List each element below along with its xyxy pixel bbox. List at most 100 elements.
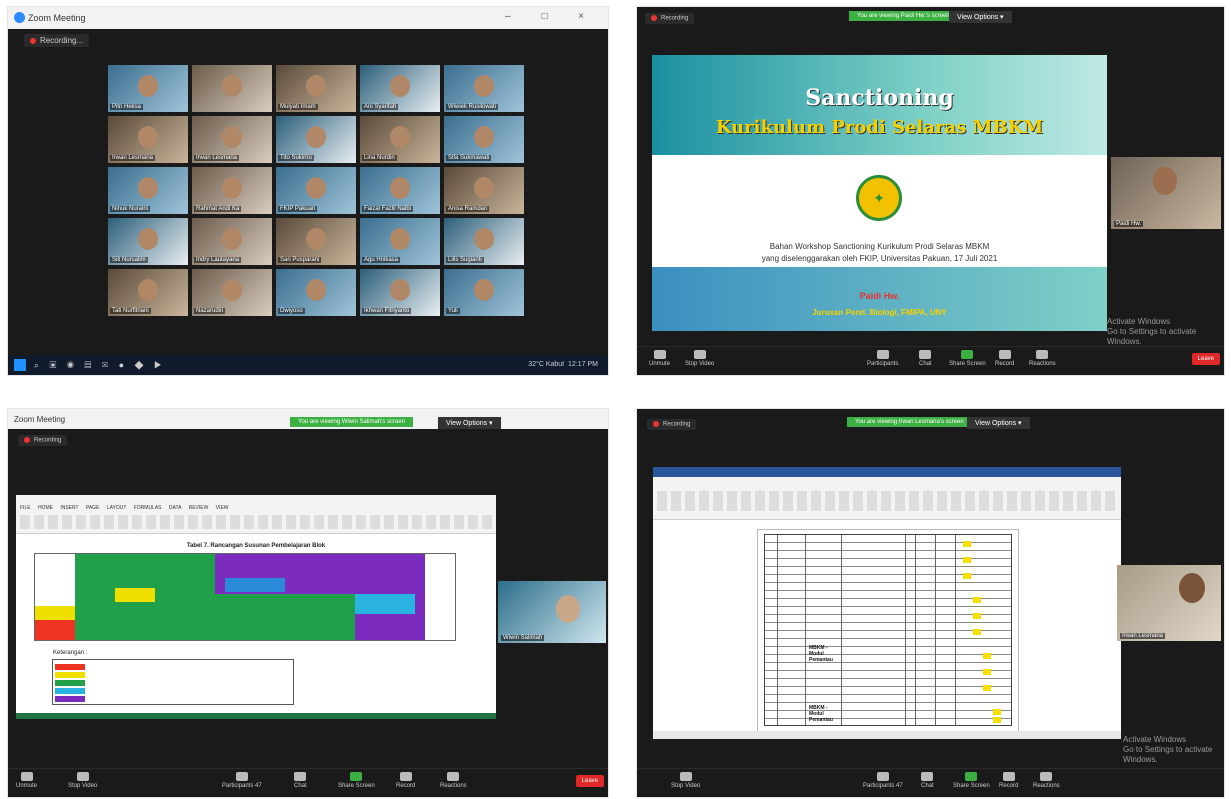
recording-indicator[interactable]: Recording xyxy=(18,435,68,446)
excel-sheet[interactable]: Tabel 7. Rancangan Susunan Pembelajaran … xyxy=(16,539,496,719)
participants-button[interactable]: Participants 47 xyxy=(863,772,903,789)
speaker-video-tile[interactable]: Irwan Lesmana xyxy=(1117,565,1221,641)
participant-tile[interactable]: Siti Nursalim xyxy=(108,218,188,265)
taskbar-app-icons[interactable]: ⌕ ▣ ◉ ▤ ✉ ● ◆ ▶ xyxy=(34,360,165,371)
share-screen-icon xyxy=(965,772,978,781)
share-screen-button[interactable]: Share Screen xyxy=(953,772,990,789)
participant-face xyxy=(474,126,494,148)
participant-face xyxy=(474,228,494,250)
participants-icon xyxy=(876,350,889,359)
participant-tile[interactable]: Nazarudin xyxy=(192,269,272,316)
activate-windows-watermark: Activate Windows Go to Settings to activ… xyxy=(1107,317,1224,347)
leave-button[interactable]: Leave xyxy=(575,775,604,787)
record-button[interactable]: Record xyxy=(999,772,1018,789)
recording-indicator[interactable]: Recording xyxy=(645,13,695,24)
system-tray[interactable]: 32°C Kabut 12:17 PM xyxy=(528,361,598,368)
participant-name: Nazarudin xyxy=(194,308,226,314)
participant-tile[interactable]: Tati Nurfitriani xyxy=(108,269,188,316)
participant-name: Mulyati Imam xyxy=(278,104,318,110)
share-screen-icon xyxy=(961,350,974,359)
stop-video-button[interactable]: Stop Video xyxy=(685,350,714,367)
reactions-button[interactable]: Reactions xyxy=(1033,772,1060,789)
participant-tile[interactable]: Indry Lautayana xyxy=(192,218,272,265)
windows-start-icon[interactable] xyxy=(14,359,26,371)
slide-author: Paidi Hw. xyxy=(859,291,900,301)
participant-tile[interactable]: Mulyati Imam xyxy=(276,65,356,112)
participant-face xyxy=(222,126,242,148)
participant-tile[interactable]: Ninuk Nuraini xyxy=(108,167,188,214)
reactions-button[interactable]: Reactions xyxy=(440,772,467,789)
participant-name: Ikhwan Fitriyanto xyxy=(362,308,412,314)
participant-face xyxy=(390,126,410,148)
sheet-colored-table[interactable] xyxy=(34,553,456,641)
participant-face xyxy=(306,177,326,199)
participant-tile[interactable]: Ikhwan Fitriyanto xyxy=(360,269,440,316)
recording-indicator[interactable]: Recording xyxy=(647,419,697,430)
speaker-video-tile[interactable]: Wiwin Salimah xyxy=(498,581,606,643)
participant-tile[interactable]: Wiwiek Rusilowati xyxy=(444,65,524,112)
participant-name: FKIP Pakuan xyxy=(278,206,318,212)
record-dot-icon xyxy=(24,437,30,443)
view-options-button[interactable]: View Options ▾ xyxy=(967,417,1030,429)
participant-name: Rahmat Andi Ka xyxy=(194,206,242,212)
participant-tile[interactable]: Agu Hnikasa xyxy=(360,218,440,265)
unmute-button[interactable]: Unmute xyxy=(16,772,37,789)
participant-face xyxy=(222,279,242,301)
participant-tile[interactable]: Sari Pusparani xyxy=(276,218,356,265)
participant-tile[interactable]: Rahmat Andi Ka xyxy=(192,167,272,214)
leave-button[interactable]: Leave xyxy=(1191,353,1220,365)
participant-tile[interactable]: Faizal Fazlil Nalbi xyxy=(360,167,440,214)
participant-tile[interactable]: Anisa Ramdan xyxy=(444,167,524,214)
participant-tile[interactable]: Dwiyoso xyxy=(276,269,356,316)
microphone-icon xyxy=(653,350,666,359)
participant-face xyxy=(138,75,158,97)
slide-desc-line-1: Bahan Workshop Sanctioning Kurikulum Pro… xyxy=(769,242,990,251)
record-button[interactable]: Record xyxy=(995,350,1014,367)
participant-tile[interactable]: Yuli xyxy=(444,269,524,316)
record-dot-icon xyxy=(653,421,659,427)
unmute-button[interactable]: Unmute xyxy=(649,350,670,367)
activate-line-2: Go to Settings to activate Windows. xyxy=(1107,327,1197,346)
window-controls[interactable]: – □ × xyxy=(505,11,598,22)
window-titlebar: Zoom Meeting – □ × xyxy=(8,7,608,29)
word-ribbon-tools[interactable] xyxy=(657,491,1117,511)
chat-button[interactable]: Chat xyxy=(294,772,307,789)
participant-tile[interactable]: Pitri Heksa xyxy=(108,65,188,112)
participant-tile[interactable] xyxy=(192,65,272,112)
share-screen-icon xyxy=(350,772,363,781)
record-button[interactable]: Record xyxy=(396,772,415,789)
excel-ribbon-tabs[interactable]: FILE HOME INSERT PAGE LAYOUT FORMULAS DA… xyxy=(20,505,229,511)
excel-ribbon-tools[interactable] xyxy=(20,515,492,529)
participants-button[interactable]: Participants xyxy=(867,350,898,367)
participants-icon xyxy=(876,772,889,781)
recording-label: Recording... xyxy=(40,36,84,45)
share-screen-button[interactable]: Share Screen xyxy=(338,772,375,789)
participant-tile[interactable]: Lilis Sugianti xyxy=(444,218,524,265)
recording-indicator[interactable]: Recording... xyxy=(24,34,90,47)
stop-video-button[interactable]: Stop Video xyxy=(671,772,700,789)
windows-taskbar: ⌕ ▣ ◉ ▤ ✉ ● ◆ ▶ 32°C Kabut 12:17 PM xyxy=(8,355,608,375)
speaker-name: Irwan Lesmana xyxy=(1120,633,1166,639)
participants-button[interactable]: Participants 47 xyxy=(222,772,262,789)
participant-tile[interactable]: Sifa Sukmawati xyxy=(444,116,524,163)
share-screen-button[interactable]: Share Screen xyxy=(949,350,986,367)
participant-face xyxy=(390,75,410,97)
chat-button[interactable]: Chat xyxy=(919,350,932,367)
camera-icon xyxy=(693,350,706,359)
view-options-button[interactable]: View Options ▾ xyxy=(949,11,1012,23)
participant-tile[interactable]: Ani Syarifah xyxy=(360,65,440,112)
speaker-video-tile[interactable]: Paidi Hw. xyxy=(1111,157,1221,229)
participant-tile[interactable]: FKIP Pakuan xyxy=(276,167,356,214)
view-options-button[interactable]: View Options ▾ xyxy=(438,417,501,429)
participant-name: Indry Lautayana xyxy=(194,257,242,263)
chat-button[interactable]: Chat xyxy=(921,772,934,789)
participant-name: Tati Nurfitriani xyxy=(110,308,151,314)
participant-tile[interactable]: Tito Sukirno xyxy=(276,116,356,163)
word-page[interactable]: MBKM - Modul Pemantau MBKM - Modul Peman… xyxy=(757,529,1019,737)
participant-tile[interactable]: Irwan Lesmana xyxy=(192,116,272,163)
participant-name: Ninuk Nuraini xyxy=(110,206,151,212)
participant-tile[interactable]: Irwan Lesmana xyxy=(108,116,188,163)
participant-tile[interactable]: Lina Nurdin xyxy=(360,116,440,163)
stop-video-button[interactable]: Stop Video xyxy=(68,772,97,789)
reactions-button[interactable]: Reactions xyxy=(1029,350,1056,367)
